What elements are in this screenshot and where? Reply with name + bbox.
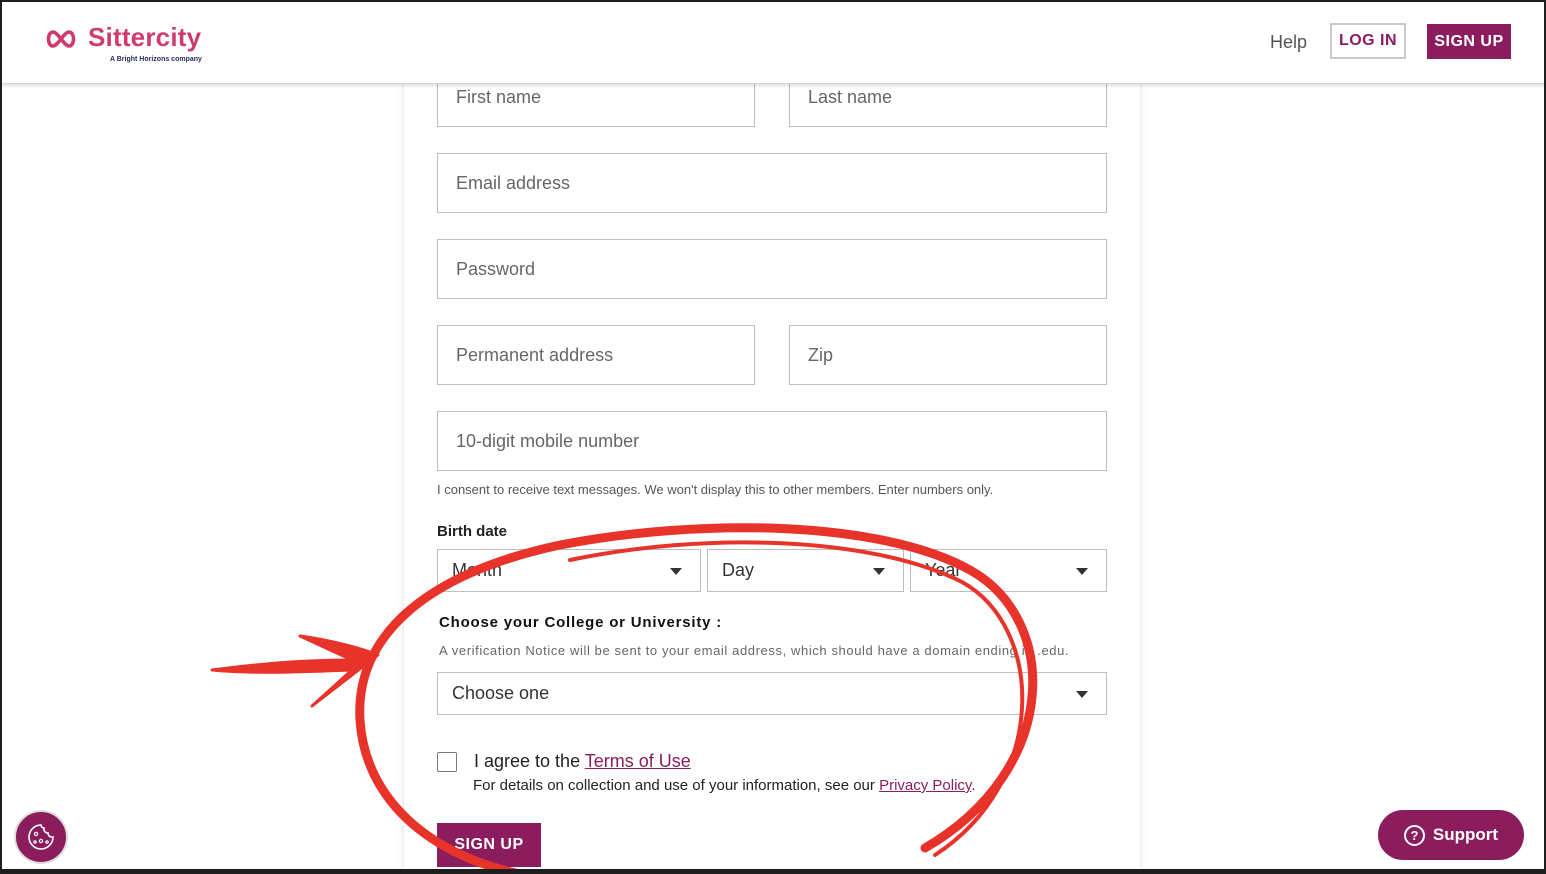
infinity-logo-icon bbox=[46, 30, 76, 48]
signup-submit-button[interactable]: SIGN UP bbox=[437, 823, 541, 867]
privacy-details-suffix: . bbox=[971, 777, 976, 794]
birth-month-select[interactable]: Month bbox=[437, 549, 701, 592]
chevron-down-icon bbox=[1076, 691, 1088, 698]
college-select-value: Choose one bbox=[452, 683, 550, 703]
privacy-policy-link[interactable]: Privacy Policy bbox=[879, 777, 971, 794]
cookie-settings-button[interactable] bbox=[14, 810, 68, 864]
chevron-down-icon bbox=[873, 568, 885, 575]
brand-name: Sittercity bbox=[88, 22, 202, 52]
annotation-arrow bbox=[210, 634, 380, 708]
zip-input[interactable]: Zip bbox=[789, 325, 1107, 385]
birth-year-select[interactable]: Year bbox=[910, 549, 1107, 592]
college-label: Choose your College or University : bbox=[439, 614, 723, 631]
password-input[interactable]: Password bbox=[437, 239, 1107, 299]
login-button[interactable]: LOG IN bbox=[1330, 23, 1406, 59]
terms-checkbox[interactable] bbox=[437, 752, 457, 772]
brand-tagline: A Bright Horizons company bbox=[110, 56, 202, 63]
help-link[interactable]: Help bbox=[1270, 32, 1307, 53]
birth-day-select[interactable]: Day bbox=[707, 549, 904, 592]
header-signup-button[interactable]: SIGN UP bbox=[1427, 24, 1511, 59]
question-circle-icon: ? bbox=[1403, 824, 1425, 846]
birth-date-label: Birth date bbox=[437, 523, 508, 540]
cookie-icon bbox=[28, 824, 54, 850]
support-button[interactable]: ? Support bbox=[1378, 810, 1524, 860]
birth-month-value: Month bbox=[452, 560, 503, 580]
college-verification-notice: A verification Notice will be sent to yo… bbox=[439, 643, 1070, 658]
email-input[interactable]: Email address bbox=[437, 153, 1107, 213]
terms-agreement-text: I agree to the Terms of Use bbox=[474, 751, 691, 772]
mobile-number-input[interactable]: 10-digit mobile number bbox=[437, 411, 1107, 471]
chevron-down-icon bbox=[1076, 568, 1088, 575]
permanent-address-input[interactable]: Permanent address bbox=[437, 325, 755, 385]
college-select[interactable]: Choose one bbox=[437, 672, 1107, 715]
support-label: Support bbox=[1432, 825, 1499, 844]
site-header: Sittercity A Bright Horizons company Hel… bbox=[0, 0, 1546, 84]
terms-of-use-link[interactable]: Terms of Use bbox=[585, 751, 691, 771]
privacy-details-prefix: For details on collection and use of you… bbox=[473, 777, 880, 794]
terms-agreement-prefix: I agree to the bbox=[474, 751, 585, 771]
chevron-down-icon bbox=[670, 568, 682, 575]
mobile-consent-text: I consent to receive text messages. We w… bbox=[437, 482, 994, 497]
privacy-details-text: For details on collection and use of you… bbox=[473, 777, 975, 794]
birth-year-value: Year bbox=[925, 560, 962, 580]
birth-day-value: Day bbox=[722, 560, 755, 580]
